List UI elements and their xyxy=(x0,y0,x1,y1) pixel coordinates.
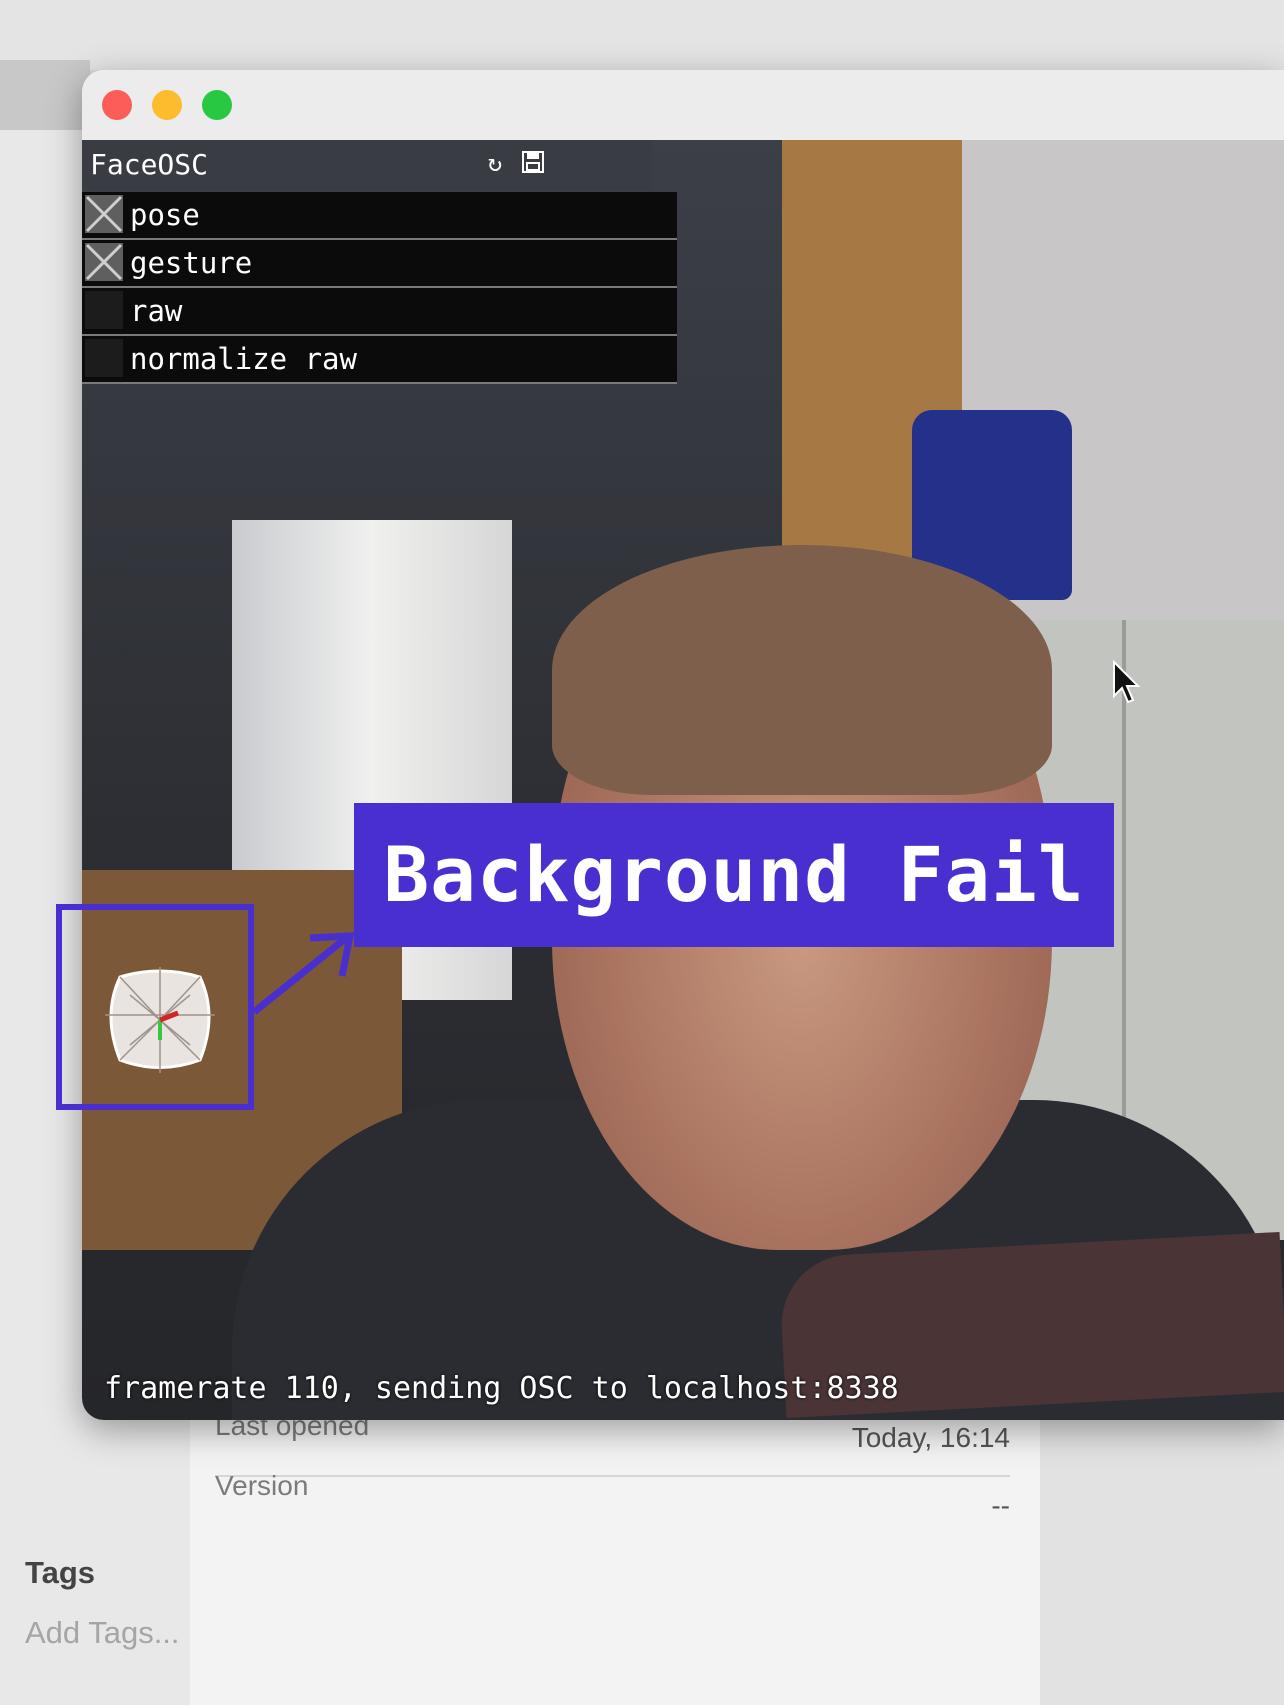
camera-view: FaceOSC ↻ pose gesture raw normalize raw xyxy=(82,140,1284,1420)
file-info-panel: Last opened Today, 16:14 Version -- xyxy=(190,1380,1040,1705)
title-bar[interactable] xyxy=(82,70,1284,140)
version-value: -- xyxy=(991,1490,1010,1521)
minimize-button[interactable] xyxy=(152,90,182,120)
status-line: framerate 110, sending OSC to localhost:… xyxy=(104,1371,899,1406)
version-label: Version xyxy=(215,1470,309,1501)
background-window-edge xyxy=(1040,1380,1284,1705)
option-gesture[interactable]: gesture xyxy=(82,240,677,288)
annotation-label: Background Fail xyxy=(354,803,1114,947)
option-label: gesture xyxy=(130,246,253,280)
annotation-arrow-icon xyxy=(251,932,355,1015)
add-tags-field[interactable]: Add Tags... xyxy=(25,1615,180,1651)
face-mesh-icon xyxy=(105,967,215,1073)
option-label: pose xyxy=(130,198,200,232)
zoom-button[interactable] xyxy=(202,90,232,120)
checkbox-unchecked[interactable] xyxy=(85,339,123,377)
last-opened-value: Today, 16:14 xyxy=(851,1422,1010,1453)
option-raw[interactable]: raw xyxy=(82,288,677,336)
camera-scene-person-hair xyxy=(552,545,1052,795)
desktop-background xyxy=(0,0,1284,70)
option-pose[interactable]: pose xyxy=(82,192,677,240)
panel-title: FaceOSC xyxy=(90,148,209,181)
background-window-toolbar xyxy=(0,60,90,130)
checkbox-checked[interactable] xyxy=(85,195,123,233)
tags-heading: Tags xyxy=(25,1555,96,1590)
option-normalize-raw[interactable]: normalize raw xyxy=(82,336,677,384)
close-button[interactable] xyxy=(102,90,132,120)
checkbox-checked[interactable] xyxy=(85,243,123,281)
version-row: Version -- xyxy=(215,1470,1010,1521)
refresh-icon[interactable]: ↻ xyxy=(482,150,508,176)
checkbox-unchecked[interactable] xyxy=(85,291,123,329)
faceosc-window: FaceOSC ↻ pose gesture raw normalize raw xyxy=(82,70,1284,1420)
option-label: raw xyxy=(130,294,183,328)
option-label: normalize raw xyxy=(130,342,357,376)
mouse-pointer-icon xyxy=(1113,660,1141,704)
gui-panel-header: FaceOSC ↻ xyxy=(82,140,652,190)
save-icon[interactable] xyxy=(520,150,546,176)
